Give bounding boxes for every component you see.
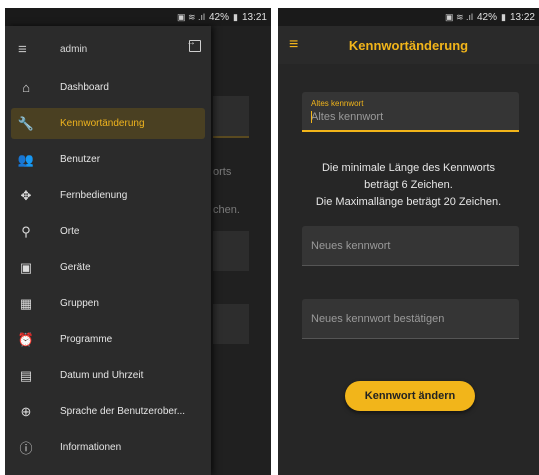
users-icon: 👥 xyxy=(17,151,35,167)
confirm-password-input[interactable] xyxy=(311,313,510,325)
globe-icon: ⊕ xyxy=(20,403,32,419)
drawer-header: ≡ admin xyxy=(5,26,211,72)
confirm-password-field[interactable] xyxy=(302,299,519,339)
gamepad-icon: ✥ xyxy=(20,187,32,203)
status-icons: ▣ ≋ .ıl xyxy=(444,11,473,22)
status-bar: ▣ ≋ .ıl 42% ▮ 13:21 xyxy=(5,8,271,26)
drawer-item-label: Sprache der Benutzerober... xyxy=(60,406,186,417)
drawer-item-label: Geräte xyxy=(60,262,91,273)
new-password-field[interactable] xyxy=(302,226,519,266)
drawer-item-wrench[interactable]: 🔧 Kennwortänderung xyxy=(11,108,205,139)
change-password-button[interactable]: Kennwort ändern xyxy=(345,381,475,411)
page-title: Kennwortänderung xyxy=(348,37,469,53)
drawer-item-calendar[interactable]: ▤ Datum und Uhrzeit xyxy=(11,360,205,391)
alarm-clock-icon: ⏰ xyxy=(17,331,35,347)
drawer-item-label: Programme xyxy=(60,334,113,345)
drawer-item-label: Datum und Uhrzeit xyxy=(60,370,144,381)
drawer-item-label: Kennwortänderung xyxy=(60,118,145,129)
drawer-item-chip[interactable]: ▣ Geräte xyxy=(11,252,205,283)
drawer-item-label: Gruppen xyxy=(60,298,99,309)
background-text: chen. xyxy=(213,204,240,216)
drawer-item-users[interactable]: 👥 Benutzer xyxy=(11,144,205,175)
chip-icon: ▣ xyxy=(19,259,33,275)
drawer-item-globe[interactable]: ⊕ Sprache der Benutzerober... xyxy=(11,396,205,427)
drawer-item-home[interactable]: ⌂ Dashboard xyxy=(11,72,205,103)
clock: 13:22 xyxy=(509,11,535,23)
navigation-drawer: ≡ admin ⌂ Dashboard 🔧 Kennwortänderung 👥 Benu… xyxy=(5,26,211,475)
battery-icon: ▮ xyxy=(233,11,238,22)
info-icon: ⓘ xyxy=(19,441,33,456)
hamburger-menu-icon[interactable]: ≡ xyxy=(18,41,48,58)
battery-percent: 42% xyxy=(209,11,230,23)
battery-percent: 42% xyxy=(477,11,498,23)
home-icon: ⌂ xyxy=(22,80,30,95)
grid-icon: ▦ xyxy=(19,295,33,311)
drawer-item-label: Benutzer xyxy=(60,154,101,165)
battery-icon: ▮ xyxy=(501,11,506,22)
status-bar: ▣ ≋ .ıl 42% ▮ 13:22 xyxy=(278,8,539,26)
drawer-item-label: Informationen xyxy=(60,442,122,453)
logout-icon[interactable] xyxy=(186,37,201,52)
background-field-underline xyxy=(213,136,249,138)
username: admin xyxy=(60,43,88,55)
old-password-label: Altes kennwort xyxy=(311,99,364,108)
background-text: orts xyxy=(213,166,232,178)
requirements-line-1: Die minimale Länge des Kennworts xyxy=(321,162,496,174)
password-requirements: Die minimale Länge des Kennworts beträgt… xyxy=(288,160,529,211)
background-field xyxy=(213,231,249,271)
drawer-item-gamepad[interactable]: ✥ Fernbedienung xyxy=(11,180,205,211)
app-bar: ≡ Kennwortänderung xyxy=(278,26,539,64)
calendar-icon: ▤ xyxy=(19,367,33,383)
requirements-line-2: beträgt 6 Zeichen. xyxy=(364,179,453,191)
drawer-item-label: Fernbedienung xyxy=(60,190,128,201)
drawer-item-location-pin[interactable]: ⚲ Orte xyxy=(11,216,205,247)
old-password-input[interactable] xyxy=(311,111,510,123)
status-icons: ▣ ≋ .ıl xyxy=(176,11,205,22)
drawer-item-alarm-clock[interactable]: ⏰ Programme xyxy=(11,324,205,355)
screen-drawer-open: ▣ ≋ .ıl 42% ▮ 13:21 orts chen. ≡ admin ⌂… xyxy=(5,8,271,475)
old-password-field[interactable]: Altes kennwort xyxy=(302,92,519,132)
wrench-icon: 🔧 xyxy=(17,115,35,131)
background-field xyxy=(213,96,249,136)
text-cursor xyxy=(311,111,312,123)
screen-password-change: ▣ ≋ .ıl 42% ▮ 13:22 ≡ Kennwortänderung A… xyxy=(278,8,539,475)
clock: 13:21 xyxy=(241,11,267,23)
drawer-item-label: Dashboard xyxy=(60,82,109,93)
drawer-item-grid[interactable]: ▦ Gruppen xyxy=(11,288,205,319)
requirements-line-3: Die Maximallänge beträgt 20 Zeichen. xyxy=(315,196,502,208)
drawer-item-label: Orte xyxy=(60,226,80,237)
background-field xyxy=(213,304,249,344)
new-password-input[interactable] xyxy=(311,240,510,252)
drawer-item-info[interactable]: ⓘ Informationen xyxy=(11,432,205,463)
location-pin-icon: ⚲ xyxy=(21,223,31,239)
drawer-menu: ⌂ Dashboard 🔧 Kennwortänderung 👥 Benutzer ✥ Fer… xyxy=(5,72,211,463)
